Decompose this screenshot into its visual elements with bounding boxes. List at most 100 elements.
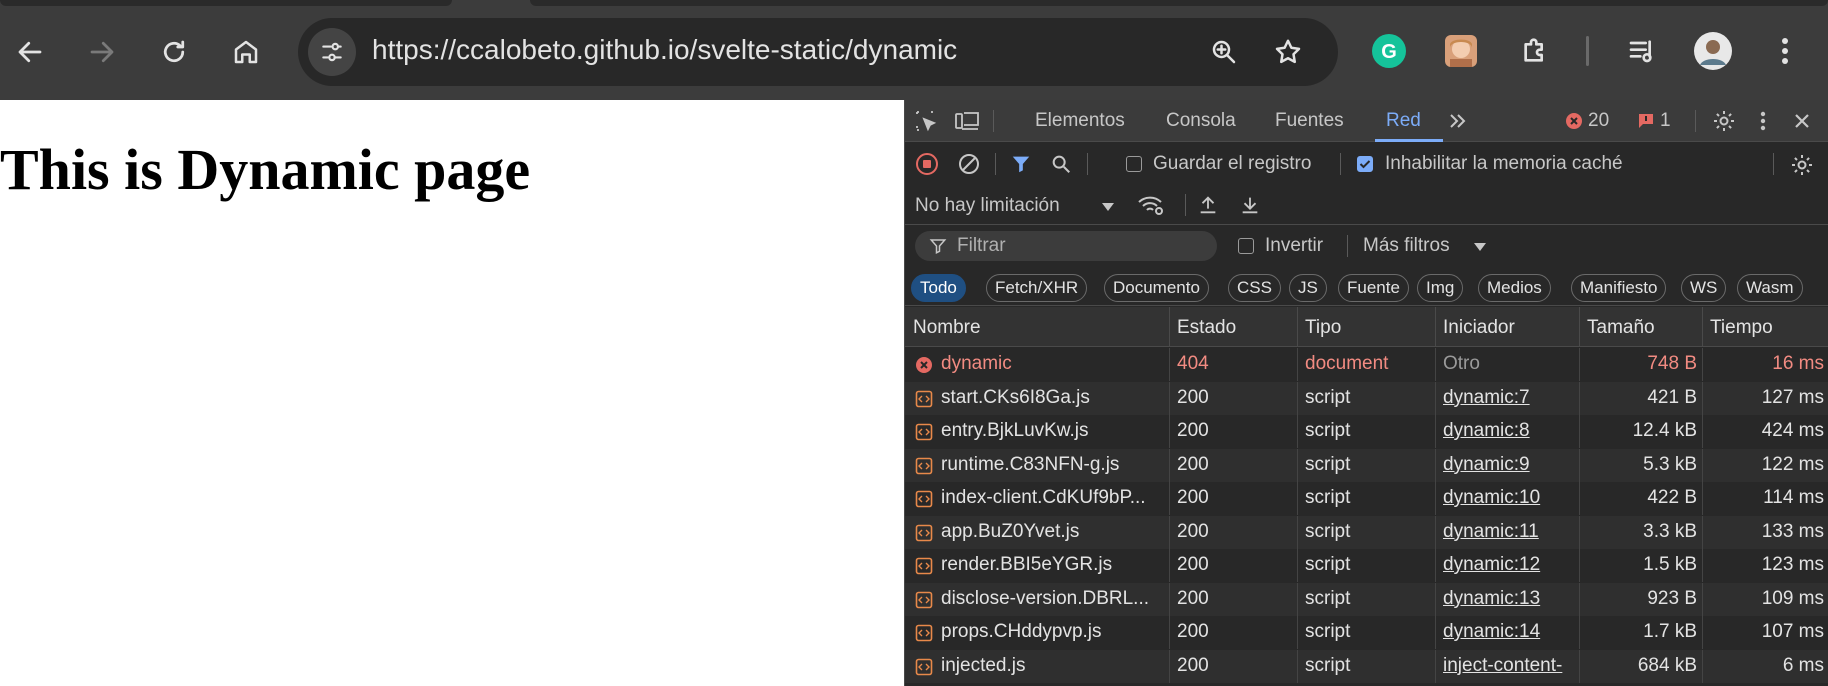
script-file-icon [915,658,933,675]
table-row[interactable]: props.CHddypvp.js 200 script dynamic:14 1.7 … [905,616,1828,649]
chip-css[interactable]: CSS [1228,274,1281,302]
reload-button[interactable] [152,30,196,74]
table-row[interactable]: entry.BjkLuvKw.js 200 script dynamic:8 12.4 … [905,415,1828,448]
script-file-icon [915,624,933,642]
table-row[interactable]: runtime.C83NFN-g.js 200 script dynamic:9 5.3… [905,448,1828,482]
search-button[interactable] [1049,152,1073,176]
chip-fuente[interactable]: Fuente [1338,274,1409,302]
table-row[interactable]: injected.js 200 script inject-content- 684 k… [905,649,1828,683]
cell-initiator[interactable]: dynamic:10 [1443,487,1575,509]
chip-manifiesto[interactable]: Manifiesto [1571,274,1667,302]
column-divider [1169,515,1170,549]
table-row[interactable]: dynamic 404 document Otro 748 B 16 ms [905,348,1828,381]
import-har-button[interactable] [1195,192,1221,218]
column-divider [1435,448,1436,482]
media-control-button[interactable] [1622,30,1664,72]
forward-button[interactable] [80,30,124,74]
column-divider[interactable] [1579,307,1580,346]
column-divider [1702,448,1703,482]
cell-size: 422 B [1647,487,1697,508]
zoom-button[interactable] [1202,30,1246,74]
error-counter[interactable]: 20 [1565,110,1609,132]
table-row[interactable]: start.CKs6I8Ga.js 200 script dynamic:7 421 B… [905,381,1828,415]
column-header-tamano[interactable]: Tamaño [1587,317,1655,339]
network-conditions-button[interactable] [1137,192,1165,218]
cell-initiator[interactable]: dynamic:14 [1443,621,1575,643]
table-row[interactable]: render.BBI5eYGR.js 200 script dynamic:12 1.5… [905,549,1828,582]
cell-name: render.BBI5eYGR.js [941,554,1113,575]
chip-fetch-xhr[interactable]: Fetch/XHR [986,274,1088,302]
clear-button[interactable] [957,152,981,176]
cell-size: 748 B [1647,353,1697,374]
tab-fuentes[interactable]: Fuentes [1275,110,1344,132]
cell-initiator[interactable]: dynamic:8 [1443,420,1575,442]
bookmark-button[interactable] [1266,30,1310,74]
chip-js[interactable]: JS [1289,274,1327,302]
devtools-settings-button[interactable] [1711,108,1737,134]
chip-wasm[interactable]: Wasm [1737,274,1803,302]
grammarly-extension-button[interactable]: G [1368,30,1410,72]
home-button[interactable] [224,30,268,74]
profile-avatar-button[interactable] [1692,30,1734,72]
more-tabs-button[interactable] [1445,109,1471,133]
more-filters-dropdown[interactable]: Más filtros [1363,234,1493,260]
filter-input[interactable]: Filtrar [915,231,1217,261]
column-header-iniciador[interactable]: Iniciador [1443,317,1515,339]
column-divider [1702,582,1703,616]
column-divider[interactable] [1169,307,1170,346]
chip-medios[interactable]: Medios [1478,274,1551,302]
column-divider [1435,482,1436,515]
address-bar[interactable]: https://ccalobeto.github.io/svelte-stati… [298,18,1338,86]
device-toolbar-button[interactable] [953,108,981,134]
invert-checkbox[interactable] [1238,238,1254,254]
issues-counter[interactable]: 1 [1637,110,1671,132]
issue-count: 1 [1660,110,1671,131]
table-row[interactable]: app.BuZ0Yvet.js 200 script dynamic:11 3.3 kB… [905,515,1828,549]
cell-initiator[interactable]: dynamic:13 [1443,588,1575,610]
cell-initiator[interactable]: dynamic:12 [1443,554,1575,576]
url-text[interactable]: https://ccalobeto.github.io/svelte-stati… [372,34,957,66]
column-divider[interactable] [1702,307,1703,346]
extensions-button[interactable] [1514,30,1556,72]
tab-elementos[interactable]: Elementos [1035,110,1125,132]
column-header-nombre[interactable]: Nombre [913,317,981,339]
browser-menu-button[interactable] [1764,30,1806,72]
table-row[interactable]: disclose-version.DBRL... 200 script dynamic… [905,582,1828,616]
column-header-tiempo[interactable]: Tiempo [1710,317,1773,339]
cell-initiator[interactable]: dynamic:7 [1443,387,1575,409]
devtools-menu-button[interactable] [1753,108,1773,134]
chip-todo[interactable]: Todo [911,274,966,302]
filter-toggle-button[interactable] [1009,152,1033,176]
chip-documento[interactable]: Documento [1104,274,1209,302]
cell-initiator[interactable]: inject-content- [1443,655,1575,677]
column-divider [1579,616,1580,649]
preserve-log-checkbox[interactable] [1126,156,1142,172]
close-devtools-button[interactable] [1789,108,1815,134]
column-header-estado[interactable]: Estado [1177,317,1236,339]
table-row[interactable]: index-client.CdKUf9bP... 200 script dynamic… [905,482,1828,515]
column-divider[interactable] [1297,307,1298,346]
site-info-button[interactable] [308,28,356,76]
column-header-tipo[interactable]: Tipo [1305,317,1341,339]
character-extension-button[interactable] [1440,30,1482,72]
cell-size: 1.7 kB [1643,621,1697,642]
record-button[interactable] [915,152,939,176]
throttling-value: No hay limitación [915,195,1060,216]
inspect-element-button[interactable] [913,108,939,134]
column-divider[interactable] [1435,307,1436,346]
cell-type: script [1305,453,1351,475]
chip-img[interactable]: Img [1417,274,1464,302]
column-divider [1702,348,1703,381]
throttling-select[interactable]: No hay limitación [915,193,1114,219]
cell-initiator[interactable]: dynamic:11 [1443,521,1575,543]
network-settings-button[interactable] [1789,152,1815,178]
disable-cache-checkbox[interactable] [1357,156,1373,172]
cell-time: 424 ms [1761,420,1824,441]
media-control-icon [1629,40,1652,63]
export-har-button[interactable] [1237,192,1263,218]
cell-initiator[interactable]: dynamic:9 [1443,454,1575,476]
chip-ws[interactable]: WS [1681,274,1727,302]
back-button[interactable] [8,30,52,74]
tab-consola[interactable]: Consola [1166,110,1236,132]
tab-red[interactable]: Red [1386,110,1421,132]
